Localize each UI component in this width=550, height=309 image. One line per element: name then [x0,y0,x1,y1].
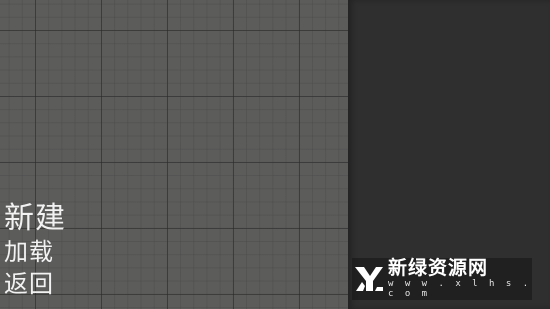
back-button[interactable]: 返回 [4,272,66,304]
new-button[interactable]: 新建 [4,204,66,240]
watermark-url: w w w . x l h s . c o m [388,278,532,300]
watermark: 新绿资源网 w w w . x l h s . c o m [352,256,532,300]
xl-logo-icon [352,258,386,300]
watermark-title: 新绿资源网 [388,256,489,279]
main-menu: 新建 加载 返回 [4,204,66,304]
load-button[interactable]: 加载 [4,240,66,272]
game-screen: 新建 加载 返回 新绿资源网 w w w . x l h s . c o m [0,0,550,309]
